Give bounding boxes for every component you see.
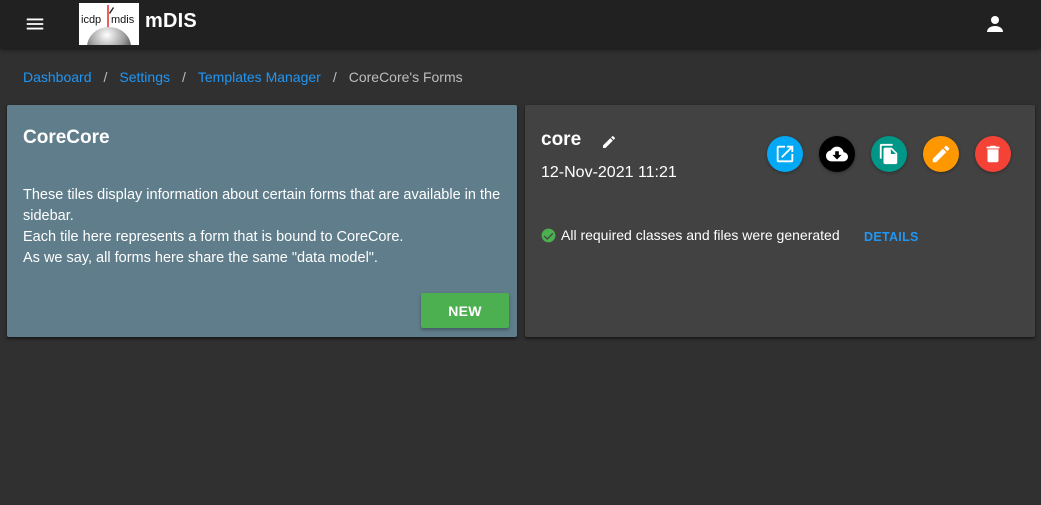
- new-form-button[interactable]: NEW: [421, 293, 509, 328]
- menu-icon: [26, 18, 44, 30]
- breadcrumb-dashboard[interactable]: Dashboard: [23, 69, 92, 85]
- app-logo[interactable]: icdp mdis: [79, 3, 139, 45]
- account-icon: [987, 16, 1003, 32]
- open-form-button[interactable]: [767, 136, 803, 172]
- breadcrumb-settings[interactable]: Settings: [119, 69, 170, 85]
- description-line: As we say, all forms here share the same…: [23, 250, 378, 266]
- details-button[interactable]: DETAILS: [864, 230, 919, 244]
- menu-button[interactable]: [21, 12, 49, 36]
- form-date: 12-Nov-2021 11:21: [541, 164, 677, 181]
- app-bar: icdp mdis mDIS: [0, 0, 1041, 48]
- check-circle-icon: [541, 228, 556, 242]
- open-in-new-icon: [776, 145, 794, 163]
- breadcrumb-separator: /: [103, 69, 108, 85]
- download-form-button[interactable]: [819, 136, 855, 172]
- breadcrumb: Dashboard / Settings / Templates Manager…: [23, 67, 463, 87]
- breadcrumb-templates-manager[interactable]: Templates Manager: [198, 69, 321, 85]
- rename-form-button[interactable]: [599, 132, 619, 152]
- svg-text:icdp: icdp: [81, 14, 101, 26]
- icdp-mdis-logo: icdp mdis: [81, 5, 135, 45]
- cloud-download-icon: [826, 146, 848, 162]
- duplicate-form-button[interactable]: [871, 136, 907, 172]
- status-text: All required classes and files were gene…: [561, 227, 840, 243]
- pencil-icon: [603, 135, 616, 148]
- form-actions: [767, 136, 1011, 172]
- copy-icon: [879, 143, 898, 165]
- trash-icon: [986, 145, 1000, 163]
- breadcrumb-separator: /: [181, 69, 186, 85]
- account-button[interactable]: [981, 10, 1009, 38]
- edit-form-button[interactable]: [923, 136, 959, 172]
- pencil-icon: [932, 145, 950, 163]
- model-info-card: CoreCore These tiles display information…: [7, 105, 517, 337]
- svg-text:mdis: mdis: [111, 14, 135, 26]
- generation-status: All required classes and files were gene…: [541, 227, 840, 243]
- app-title: mDIS: [145, 10, 197, 32]
- model-description: These tiles display information about ce…: [23, 185, 503, 269]
- form-name: core: [541, 129, 582, 150]
- model-title: CoreCore: [23, 127, 110, 148]
- breadcrumb-current: CoreCore's Forms: [348, 69, 463, 85]
- description-line: These tiles display information about ce…: [23, 187, 501, 224]
- description-line: Each tile here represents a form that is…: [23, 229, 404, 245]
- form-card: core 12-Nov-2021 11:21 All required clas…: [525, 105, 1035, 337]
- breadcrumb-separator: /: [332, 69, 337, 85]
- delete-form-button[interactable]: [975, 136, 1011, 172]
